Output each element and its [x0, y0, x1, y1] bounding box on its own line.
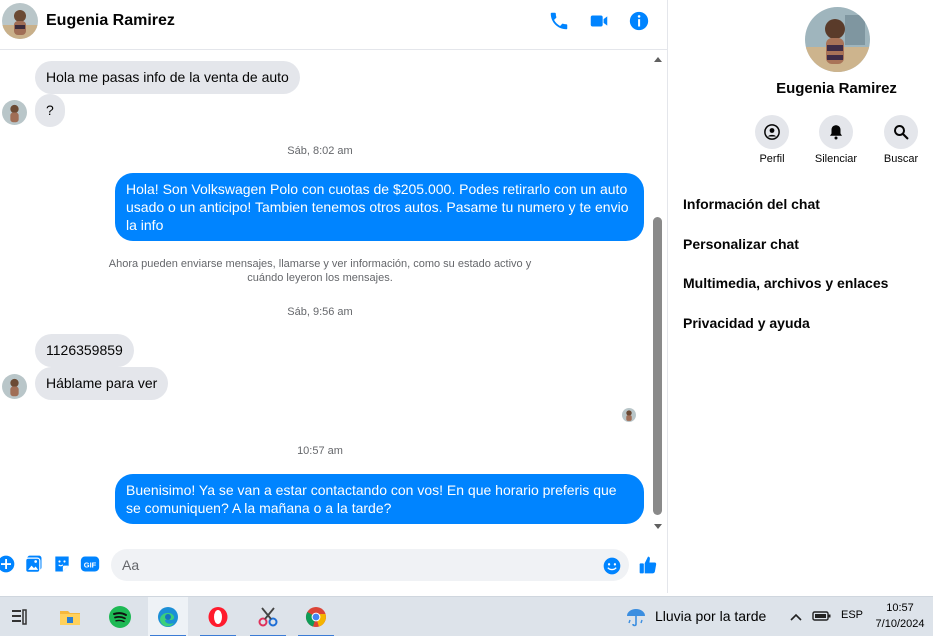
chevron-up-icon[interactable] [789, 610, 803, 628]
chat-header: Eugenia Ramirez [0, 0, 667, 50]
message-composer: GIF [0, 540, 667, 590]
weather-status[interactable]: Lluvia por la tarde [655, 608, 766, 624]
message-input[interactable] [111, 549, 629, 581]
search-icon [884, 115, 918, 149]
contact-avatar-small [2, 100, 27, 125]
snipping-tool-icon[interactable] [248, 597, 288, 636]
chrome-icon[interactable] [296, 597, 336, 636]
battery-icon[interactable] [812, 609, 832, 628]
scroll-thumb[interactable] [653, 217, 662, 515]
timestamp: Sáb, 9:56 am [287, 306, 353, 318]
incoming-message[interactable]: ? [35, 94, 65, 127]
message-scrollbar[interactable] [650, 55, 666, 533]
svg-text:GIF: GIF [84, 560, 97, 569]
bell-icon [819, 115, 853, 149]
scroll-up-arrow-icon[interactable] [654, 57, 662, 62]
contact-avatar-small [2, 374, 27, 399]
profile-action-button[interactable]: Perfil [742, 115, 802, 165]
plus-icon[interactable] [0, 554, 16, 574]
incoming-message[interactable]: Hola me pasas info de la venta de auto [35, 61, 300, 94]
file-explorer-icon[interactable] [50, 597, 90, 636]
video-camera-icon[interactable] [588, 10, 610, 32]
system-clock[interactable]: 10:57 7/10/2024 [868, 600, 932, 632]
mute-action-label: Silenciar [814, 153, 858, 165]
outgoing-message[interactable]: Hola! Son Volkswagen Polo con cuotas de … [115, 173, 644, 241]
opera-icon[interactable] [198, 597, 238, 636]
chat-panel: Eugenia Ramirez Hola me pasas info de la… [0, 0, 668, 593]
contact-profile-photo[interactable] [805, 7, 870, 72]
incoming-message[interactable]: Háblame para ver [35, 367, 169, 400]
contact-name[interactable]: Eugenia Ramirez [46, 12, 175, 30]
gif-icon[interactable]: GIF [80, 554, 100, 574]
photo-icon[interactable] [24, 554, 44, 574]
search-action-label: Buscar [883, 153, 919, 165]
edge-icon[interactable] [148, 597, 188, 636]
profile-icon [755, 115, 789, 149]
info-icon[interactable] [628, 10, 650, 32]
seen-indicator-avatar [622, 408, 636, 422]
outgoing-message[interactable]: Buenisimo! Ya se van a estar contactando… [115, 474, 644, 524]
menu-privacy-support[interactable]: Privacidad y ayuda [683, 315, 810, 331]
system-notice: Ahora pueden enviarse mensajes, llamarse… [108, 258, 532, 284]
mute-action-button[interactable]: Silenciar [806, 115, 866, 165]
messenger-window: Eugenia Ramirez Hola me pasas info de la… [0, 0, 933, 636]
search-action-button[interactable]: Buscar [871, 115, 931, 165]
incoming-message[interactable]: 1126359859 [35, 334, 134, 367]
clock-time: 10:57 [886, 602, 914, 614]
contact-avatar[interactable] [2, 3, 38, 39]
phone-icon[interactable] [548, 10, 570, 32]
timestamp: 10:57 am [297, 445, 343, 457]
spotify-icon[interactable] [100, 597, 140, 636]
scroll-down-arrow-icon[interactable] [654, 524, 662, 529]
info-contact-name: Eugenia Ramirez [776, 80, 897, 97]
rain-umbrella-icon[interactable] [616, 597, 656, 636]
conversation-info-panel: Eugenia Ramirez Perfil Silenciar Buscar … [668, 0, 933, 593]
task-view-icon[interactable] [0, 597, 40, 636]
taskbar: Lluvia por la tarde ESP 10:57 7/10/2024 [0, 596, 933, 636]
menu-media-files-links[interactable]: Multimedia, archivos y enlaces [683, 275, 888, 291]
profile-action-label: Perfil [759, 153, 785, 165]
input-language[interactable]: ESP [841, 609, 863, 621]
message-list[interactable]: Hola me pasas info de la venta de auto ?… [0, 51, 650, 538]
menu-chat-info[interactable]: Información del chat [683, 196, 820, 212]
thumbs-up-icon[interactable] [638, 555, 658, 575]
emoji-icon[interactable] [602, 556, 622, 576]
clock-date: 7/10/2024 [875, 618, 925, 630]
timestamp: Sáb, 8:02 am [287, 145, 353, 157]
sticker-icon[interactable] [52, 554, 72, 574]
menu-customize-chat[interactable]: Personalizar chat [683, 236, 799, 252]
